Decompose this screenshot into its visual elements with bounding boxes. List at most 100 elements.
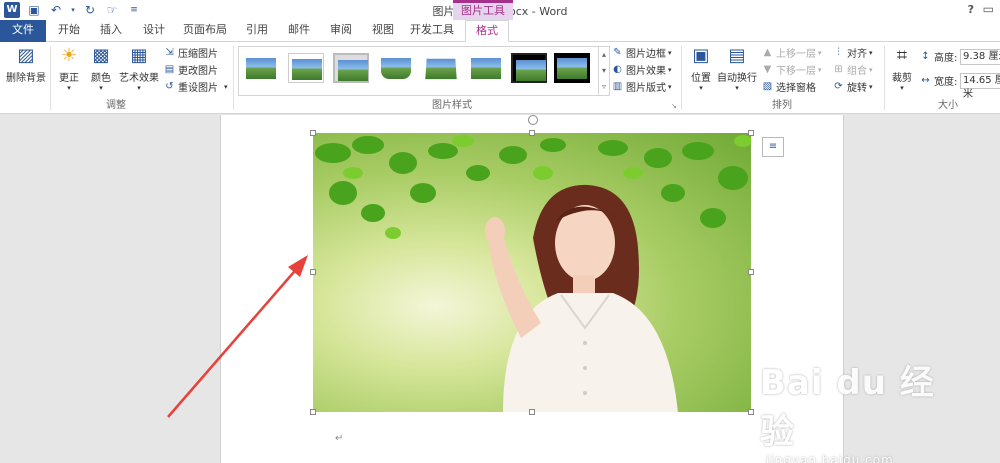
width-input[interactable]: 14.65 厘米	[960, 73, 1000, 100]
paragraph-mark: ↵	[335, 433, 344, 444]
align-button[interactable]: ⫶ 对齐 ▾	[832, 44, 872, 61]
effects-icon: ◐	[613, 64, 622, 75]
layout-options-icon[interactable]: ≡	[762, 137, 784, 157]
picture-style-thumb[interactable]	[554, 53, 590, 83]
layout-icon: ▥	[612, 81, 623, 92]
gallery-scrollbar[interactable]: ▴ ▾ ▿	[598, 47, 609, 95]
resize-handle[interactable]	[310, 130, 316, 136]
artistic-effects-label: 艺术效果	[119, 73, 159, 84]
position-label: 位置	[691, 73, 711, 84]
tab-mailings[interactable]: 邮件	[282, 20, 316, 42]
resize-handle[interactable]	[529, 409, 535, 415]
ribbon-display-options-icon[interactable]: ▭	[983, 2, 994, 16]
picture-effects-button[interactable]: ◐ 图片效果 ▾	[611, 61, 672, 78]
rotate-label: 旋转	[847, 83, 867, 94]
height-input[interactable]: 9.38 厘米	[960, 49, 1000, 65]
tab-format[interactable]: 格式	[465, 20, 509, 42]
picture-layout-label: 图片版式	[626, 83, 666, 94]
bring-forward-label: 上移一层	[776, 49, 816, 60]
pen-icon: ✎	[613, 47, 622, 58]
tab-developer[interactable]: 开发工具	[408, 20, 456, 42]
compress-pictures-button[interactable]: ⇲ 压缩图片	[163, 44, 218, 61]
picture-style-thumb[interactable]	[288, 53, 324, 83]
reset-picture-label: 重设图片	[178, 83, 218, 94]
rotate-button[interactable]: ⟳ 旋转 ▾	[832, 78, 872, 95]
tab-review[interactable]: 审阅	[324, 20, 358, 42]
selection-pane-button[interactable]: ▧ 选择窗格	[761, 78, 816, 95]
picture-layout-button[interactable]: ▥ 图片版式 ▾	[611, 78, 672, 95]
chevron-down-icon[interactable]: ▾	[599, 63, 609, 79]
red-arrow	[167, 255, 308, 418]
change-picture-button[interactable]: ▤ 更改图片	[163, 61, 218, 78]
chevron-down-icon: ▾	[137, 84, 141, 92]
crop-button[interactable]: ⌗ 裁剪 ▾	[888, 44, 916, 92]
group-button[interactable]: ⊞ 组合 ▾	[832, 61, 873, 78]
align-label: 对齐	[847, 49, 867, 60]
rotate-handle[interactable]	[528, 115, 538, 125]
divider	[50, 46, 51, 110]
height-row: ↕ 高度:	[919, 48, 957, 65]
chevron-down-icon: ▾	[668, 65, 672, 74]
resize-handle[interactable]	[529, 130, 535, 136]
color-button[interactable]: ▩ 颜色 ▾	[88, 44, 114, 92]
tab-view[interactable]: 视图	[366, 20, 400, 42]
tab-references[interactable]: 引用	[240, 20, 274, 42]
ribbon-tab-bar: 文件 开始 插入 设计 页面布局 引用 邮件 审阅 视图 开发工具 格式	[0, 20, 1000, 42]
resize-handle[interactable]	[748, 409, 754, 415]
picture-styles-group-label: 图片样式	[432, 100, 472, 111]
picture-style-thumb[interactable]	[468, 53, 504, 83]
watermark-url-text: jingyan.baidu.com	[766, 453, 894, 463]
tab-page-layout[interactable]: 页面布局	[180, 20, 230, 42]
remove-background-label: 删除背景	[6, 73, 46, 84]
picture-style-thumb[interactable]	[378, 53, 414, 83]
chevron-down-icon: ▾	[699, 84, 703, 92]
selection-pane-label: 选择窗格	[776, 83, 816, 94]
remove-background-icon: ▨	[17, 45, 35, 66]
reset-picture-icon: ↺	[165, 81, 174, 92]
picture-style-thumb[interactable]	[243, 53, 279, 83]
woman-figure	[485, 184, 678, 412]
baidu-watermark: Bai du 经验 jingyan.baidu.com	[760, 355, 960, 463]
corrections-button[interactable]: ☀ 更正 ▾	[56, 44, 82, 92]
wrap-text-button[interactable]: ▤ 自动换行 ▾	[717, 44, 757, 92]
chevron-down-icon: ▾	[67, 84, 71, 92]
resize-handle[interactable]	[748, 130, 754, 136]
bring-forward-button[interactable]: ▲ 上移一层 ▾	[761, 44, 822, 61]
chevron-down-icon: ▾	[869, 65, 873, 74]
align-icon: ⫶	[837, 47, 840, 58]
height-label: 高度:	[934, 53, 958, 64]
more-styles-icon[interactable]: ▿	[599, 79, 609, 95]
compress-label: 压缩图片	[178, 49, 218, 60]
crop-icon: ⌗	[896, 45, 908, 66]
picture-style-thumb[interactable]	[423, 53, 459, 83]
picture-style-thumb[interactable]	[333, 53, 369, 83]
tab-file[interactable]: 文件	[0, 20, 46, 42]
send-backward-button[interactable]: ▼ 下移一层 ▾	[761, 61, 822, 78]
selection-pane-icon: ▧	[762, 81, 773, 92]
chevron-down-icon: ▾	[224, 82, 228, 91]
position-icon: ▣	[692, 45, 710, 66]
group-label: 组合	[847, 66, 867, 77]
picture-effects-label: 图片效果	[626, 66, 666, 77]
chevron-down-icon: ▾	[818, 48, 822, 57]
tab-design[interactable]: 设计	[137, 20, 171, 42]
position-button[interactable]: ▣ 位置 ▾	[686, 44, 716, 92]
chevron-up-icon[interactable]: ▴	[599, 47, 609, 63]
title-bar: W ▣ ↶ ▾ ↻ ☞ ≡ 图片添加边框.docx - Word 图片工具 ? …	[0, 0, 1000, 20]
send-backward-icon: ▼	[763, 64, 772, 75]
selected-picture[interactable]	[313, 133, 751, 412]
dialog-launcher-icon[interactable]: ↘	[671, 102, 677, 110]
tab-insert[interactable]: 插入	[94, 20, 128, 42]
picture-border-button[interactable]: ✎ 图片边框 ▾	[611, 44, 672, 61]
change-picture-label: 更改图片	[178, 66, 218, 77]
send-backward-label: 下移一层	[776, 66, 816, 77]
reset-picture-button[interactable]: ↺ 重设图片 ▾	[163, 78, 228, 95]
artistic-effects-button[interactable]: ▦ 艺术效果 ▾	[118, 44, 160, 92]
resize-handle[interactable]	[748, 269, 754, 275]
help-button[interactable]: ?	[968, 3, 974, 16]
tab-home[interactable]: 开始	[52, 20, 86, 42]
remove-background-button[interactable]: ▨ 删除背景	[4, 44, 48, 84]
group-icon: ⊞	[834, 64, 843, 75]
chevron-down-icon: ▾	[668, 48, 672, 57]
picture-style-thumb[interactable]	[511, 53, 547, 83]
